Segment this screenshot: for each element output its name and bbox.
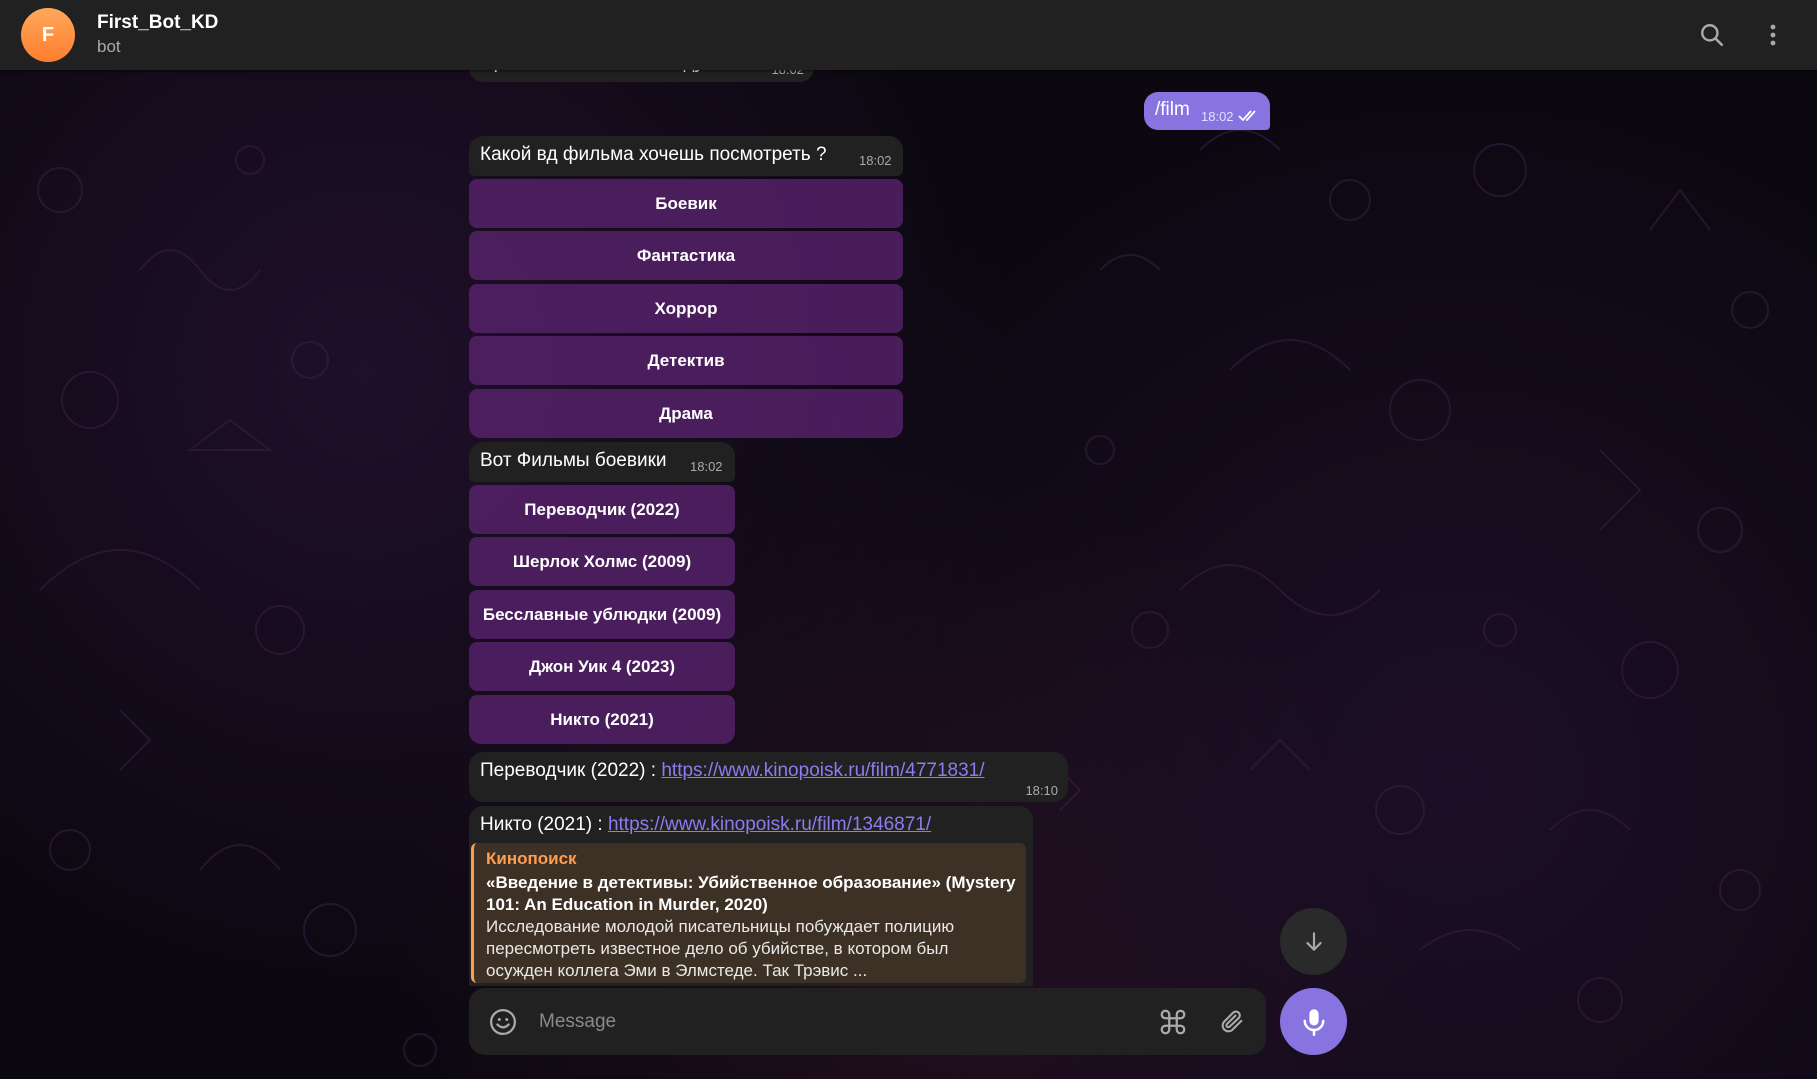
message-text: Какой вд фильма хочешь посмотреть ? <box>480 144 827 165</box>
message-text: /film <box>1155 99 1190 120</box>
message-input[interactable] <box>537 1002 1101 1042</box>
preview-description: Исследование молодой писательницы побужд… <box>486 917 955 980</box>
link-preview[interactable]: Кинопоиск «Введение в детективы: Убийств… <box>471 843 1026 983</box>
double-check-icon <box>1238 107 1260 129</box>
message-time: 18:02 <box>1201 109 1234 124</box>
keyboard-button-horror[interactable]: Хоррор <box>469 284 903 333</box>
chat-subtitle: bot <box>97 37 121 56</box>
preview-title: «Введение в детективы: Убийственное обра… <box>486 873 1016 914</box>
message-composer <box>469 988 1266 1055</box>
message-link-perevodchik: Переводчик (2022) : https://www.kinopois… <box>469 752 1068 802</box>
film-link[interactable]: https://www.kinopoisk.ru/film/1346871/ <box>608 814 931 835</box>
more-vertical-icon[interactable] <box>1758 20 1788 50</box>
message-time: 18:02 <box>690 459 723 474</box>
message-outgoing: /film 18:02 <box>1144 92 1270 130</box>
message-time: 18:10 <box>1025 783 1058 798</box>
keyboard-button-film[interactable]: Джон Уик 4 (2023) <box>469 642 735 691</box>
keyboard-button-scifi[interactable]: Фантастика <box>469 231 903 280</box>
command-icon[interactable] <box>1157 1006 1189 1038</box>
message-time: 18:02 <box>859 153 892 168</box>
keyboard-button-drama[interactable]: Драма <box>469 389 903 438</box>
message-action-films: Вот Фильмы боевики 18:02 <box>469 442 735 482</box>
keyboard-button-film[interactable]: Шерлок Холмс (2009) <box>469 537 735 586</box>
keyboard-button-film[interactable]: Никто (2021) <box>469 695 735 744</box>
keyboard-button-action[interactable]: Боевик <box>469 179 903 228</box>
search-icon[interactable] <box>1697 20 1727 50</box>
attach-icon[interactable] <box>1216 1006 1248 1038</box>
message-text: Переводчик (2022) : https://www.kinopois… <box>480 760 985 781</box>
message-text: Вот Фильмы боевики <box>480 450 667 471</box>
chat-header: F First_Bot_KD bot <box>0 0 1817 70</box>
keyboard-button-film[interactable]: Переводчик (2022) <box>469 485 735 534</box>
emoji-icon[interactable] <box>487 1006 519 1038</box>
film-link[interactable]: https://www.kinopoisk.ru/film/4771831/ <box>661 760 984 781</box>
avatar[interactable]: F <box>21 8 75 62</box>
message-genre-question: Какой вд фильма хочешь посмотреть ? 18:0… <box>469 136 903 176</box>
microphone-icon[interactable] <box>1280 988 1347 1055</box>
chat-title[interactable]: First_Bot_KD <box>97 12 218 34</box>
scroll-down-icon[interactable] <box>1280 908 1347 975</box>
keyboard-button-film[interactable]: Бесславные ублюдки (2009) <box>469 590 735 639</box>
message-text: Никто (2021) : https://www.kinopoisk.ru/… <box>480 814 932 835</box>
keyboard-button-detective[interactable]: Детектив <box>469 336 903 385</box>
preview-source: Кинопоиск <box>486 849 577 868</box>
